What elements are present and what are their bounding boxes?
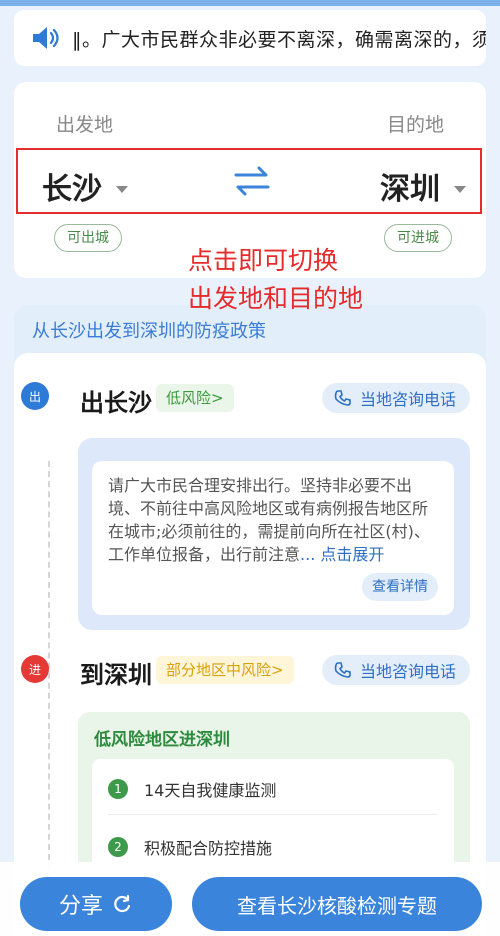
city-selector-highlight: 长沙 深圳: [16, 148, 482, 214]
exit-policy-text: 请广大市民合理安排出行。坚持非必要不出境、不前往中高风险地区或有病例报告地区所在…: [108, 474, 442, 566]
item-number: 2: [108, 837, 128, 857]
item-text: 积极配合防控措施: [144, 839, 273, 858]
item-number: 1: [108, 779, 128, 799]
policy-title: 从长沙出发到深圳的防疫政策: [32, 321, 266, 342]
speaker-icon: [33, 27, 59, 49]
phone-icon: [334, 390, 351, 406]
hotline-label: 当地咨询电话: [359, 662, 456, 681]
hint-line-2: 出发地和目的地: [188, 284, 364, 313]
origin-city: 长沙: [42, 172, 102, 207]
expand-link[interactable]: ... 点击展开: [300, 545, 384, 564]
entry-node-icon: 进: [21, 655, 49, 683]
entry-hotline-button[interactable]: 当地咨询电话: [321, 655, 470, 685]
hint-line-1: 点击即可切换: [188, 246, 339, 275]
share-button[interactable]: 分享: [20, 877, 172, 931]
exit-allowed-badge: 可出城: [54, 224, 122, 252]
list-item: 2 积极配合防控措施: [108, 835, 272, 859]
nucleic-test-topic-button[interactable]: 查看长沙核酸检测专题: [192, 877, 482, 931]
exit-hotline-button[interactable]: 当地咨询电话: [321, 383, 470, 413]
origin-label: 出发地: [56, 114, 114, 136]
top-bar: [0, 0, 500, 6]
view-details-button[interactable]: 查看详情: [362, 573, 438, 601]
notice-bar[interactable]: ‖。广大市民群众非必要不离深，确需离深的，须: [14, 10, 486, 66]
main-button-label: 查看长沙核酸检测专题: [237, 893, 437, 918]
destination-city: 深圳: [380, 172, 440, 207]
phone-icon: [334, 662, 351, 678]
share-label: 分享: [58, 894, 103, 919]
entry-section-title: 到深圳: [80, 661, 152, 689]
entry-allowed-badge: 可进城: [384, 224, 452, 252]
exit-node-icon: 出: [21, 382, 49, 410]
mid-risk-badge[interactable]: 部分地区中风险>: [156, 656, 294, 684]
item-text: 14天自我健康监测: [144, 781, 277, 800]
swap-icon[interactable]: [232, 164, 272, 198]
exit-section-title: 出长沙: [80, 389, 152, 417]
caret-down-icon: [454, 185, 466, 193]
low-risk-badge[interactable]: 低风险>: [156, 384, 234, 412]
notice-text: ‖。广大市民群众非必要不离深，确需离深的，须: [72, 28, 486, 51]
hotline-label: 当地咨询电话: [359, 390, 456, 409]
share-icon: [114, 894, 131, 913]
caret-down-icon: [116, 185, 128, 193]
divider: [108, 814, 438, 815]
annotation-hint: 点击即可切换 出发地和目的地: [188, 242, 363, 318]
list-item: 1 14天自我健康监测: [108, 777, 276, 801]
destination-label: 目的地: [386, 114, 444, 136]
destination-city-selector[interactable]: 深圳: [380, 164, 466, 208]
low-risk-entry-title: 低风险地区进深圳: [94, 730, 230, 750]
origin-city-selector[interactable]: 长沙: [42, 164, 128, 208]
